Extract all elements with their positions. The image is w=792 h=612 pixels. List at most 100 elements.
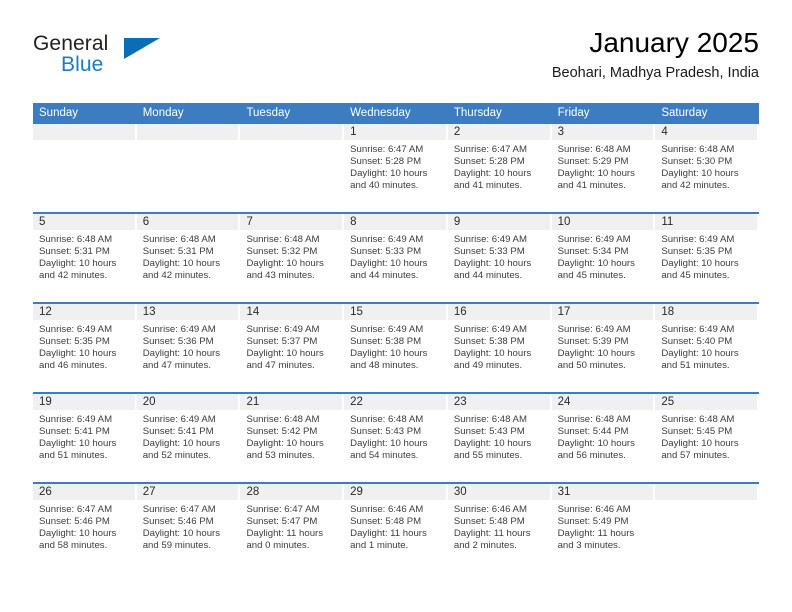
day-sun-info: Sunrise: 6:48 AM Sunset: 5:43 PM Daylight:… [344, 411, 446, 462]
sunset-text: Sunset: 5:38 PM [453, 336, 525, 348]
day-number: 22 [344, 394, 446, 411]
day-number: 31 [551, 484, 654, 501]
weekday-header-saturday: Saturday [661, 107, 708, 119]
daylight-text-line2: and 52 minutes. [142, 450, 211, 462]
day-sun-info: Sunrise: 6:47 AM Sunset: 5:47 PM Daylight:… [240, 501, 342, 552]
daylight-text-line1: Daylight: 10 hours [453, 438, 532, 450]
calendar-day-cell[interactable]: 11 Sunrise: 6:49 AM Sunset: 5:35 PM Dayligh… [655, 214, 760, 302]
daylight-text-line1: Daylight: 10 hours [350, 258, 428, 270]
calendar-day-cell[interactable]: 24 Sunrise: 6:48 AM Sunset: 5:44 PM Dayligh… [551, 394, 656, 482]
calendar-day-cell[interactable]: 30 Sunrise: 6:46 AM Sunset: 5:48 PM Dayligh… [447, 484, 552, 574]
sunrise-text: Sunrise: 6:47 AM [246, 504, 320, 515]
calendar-day-cell[interactable]: 21 Sunrise: 6:48 AM Sunset: 5:42 PM Dayligh… [240, 394, 345, 482]
day-number: 7 [240, 214, 343, 231]
day-sun-info: Sunrise: 6:47 AM Sunset: 5:28 PM Daylight:… [344, 141, 446, 192]
daylight-text-line2: and 42 minutes. [142, 270, 211, 282]
weekday-header-thursday: Thursday [453, 107, 502, 119]
calendar-day-cell-empty [655, 484, 760, 574]
sunset-text: Sunset: 5:47 PM [246, 516, 318, 528]
sunrise-text: Sunrise: 6:49 AM [142, 414, 216, 425]
daylight-text-line1: Daylight: 10 hours [246, 438, 324, 450]
sunrise-text: Sunrise: 6:49 AM [350, 234, 424, 245]
daylight-text-line2: and 2 minutes. [453, 540, 517, 552]
sunrise-text: Sunrise: 6:48 AM [557, 414, 631, 425]
calendar-day-cell[interactable]: 31 Sunrise: 6:46 AM Sunset: 5:49 PM Dayligh… [551, 484, 656, 574]
calendar-day-cell[interactable]: 8 Sunrise: 6:49 AM Sunset: 5:33 PM Daylight… [344, 214, 448, 302]
sunset-text: Sunset: 5:35 PM [661, 246, 733, 258]
calendar-day-cell[interactable]: 4 Sunrise: 6:48 AM Sunset: 5:30 PM Daylight… [655, 124, 760, 212]
calendar-day-cell[interactable]: 19 Sunrise: 6:49 AM Sunset: 5:41 PM Dayligh… [33, 394, 137, 482]
weekday-header-friday: Friday [557, 107, 590, 119]
calendar-day-cell[interactable]: 15 Sunrise: 6:49 AM Sunset: 5:38 PM Dayligh… [344, 304, 448, 392]
calendar-day-cell[interactable]: 22 Sunrise: 6:48 AM Sunset: 5:43 PM Dayligh… [344, 394, 448, 482]
sunset-text: Sunset: 5:43 PM [453, 426, 525, 438]
day-sun-info: Sunrise: 6:47 AM Sunset: 5:46 PM Daylight:… [33, 501, 135, 552]
calendar-day-cell[interactable]: 5 Sunrise: 6:48 AM Sunset: 5:31 PM Daylight… [33, 214, 137, 302]
calendar-day-cell[interactable]: 2 Sunrise: 6:47 AM Sunset: 5:28 PM Daylight… [447, 124, 552, 212]
daylight-text-line2: and 47 minutes. [142, 360, 211, 372]
day-sun-info: Sunrise: 6:48 AM Sunset: 5:31 PM Daylight:… [33, 231, 135, 282]
sunset-text: Sunset: 5:30 PM [661, 156, 733, 168]
calendar-day-cell[interactable]: 20 Sunrise: 6:49 AM Sunset: 5:41 PM Dayligh… [136, 394, 241, 482]
daylight-text-line2: and 45 minutes. [661, 270, 730, 282]
sunset-text: Sunset: 5:36 PM [142, 336, 214, 348]
calendar-day-cell[interactable]: 3 Sunrise: 6:48 AM Sunset: 5:29 PM Daylight… [551, 124, 656, 212]
daylight-text-line2: and 43 minutes. [246, 270, 315, 282]
day-number: 20 [136, 394, 239, 411]
calendar-week-row: 19 Sunrise: 6:49 AM Sunset: 5:41 PM Dayligh… [33, 394, 760, 484]
calendar-day-cell[interactable]: 17 Sunrise: 6:49 AM Sunset: 5:39 PM Dayligh… [551, 304, 656, 392]
calendar-day-cell[interactable]: 10 Sunrise: 6:49 AM Sunset: 5:34 PM Dayligh… [551, 214, 656, 302]
day-sun-info: Sunrise: 6:48 AM Sunset: 5:29 PM Daylight:… [552, 141, 654, 192]
daylight-text-line1: Daylight: 10 hours [142, 258, 221, 270]
day-sun-info: Sunrise: 6:48 AM Sunset: 5:45 PM Daylight:… [655, 411, 757, 462]
calendar-day-cell[interactable]: 16 Sunrise: 6:49 AM Sunset: 5:38 PM Dayligh… [447, 304, 552, 392]
daylight-text-line1: Daylight: 11 hours [350, 528, 427, 540]
daylight-text-line2: and 1 minute. [350, 540, 409, 552]
sunset-text: Sunset: 5:41 PM [142, 426, 214, 438]
calendar-day-cell[interactable]: 26 Sunrise: 6:47 AM Sunset: 5:46 PM Dayligh… [33, 484, 137, 574]
daylight-text-line1: Daylight: 10 hours [557, 438, 635, 450]
calendar-day-cell-empty [240, 124, 345, 212]
calendar-day-cell[interactable]: 18 Sunrise: 6:49 AM Sunset: 5:40 PM Dayligh… [655, 304, 760, 392]
day-number: 5 [33, 214, 135, 231]
calendar-day-cell[interactable]: 13 Sunrise: 6:49 AM Sunset: 5:36 PM Dayligh… [136, 304, 241, 392]
sunset-text: Sunset: 5:29 PM [557, 156, 629, 168]
calendar-day-cell[interactable]: 25 Sunrise: 6:48 AM Sunset: 5:45 PM Dayligh… [655, 394, 760, 482]
daylight-text-line1: Daylight: 10 hours [246, 348, 324, 360]
daylight-text-line2: and 53 minutes. [246, 450, 315, 462]
calendar-day-cell[interactable]: 9 Sunrise: 6:49 AM Sunset: 5:33 PM Daylight… [447, 214, 552, 302]
sunset-text: Sunset: 5:44 PM [557, 426, 629, 438]
calendar-day-cell[interactable]: 28 Sunrise: 6:47 AM Sunset: 5:47 PM Dayligh… [240, 484, 345, 574]
general-blue-logo[interactable]: General Blue [33, 32, 163, 86]
calendar-day-cell[interactable]: 27 Sunrise: 6:47 AM Sunset: 5:46 PM Dayligh… [136, 484, 241, 574]
weekday-header-monday: Monday [142, 107, 184, 119]
title-block: January 2025 Beohari, Madhya Pradesh, In… [552, 26, 759, 83]
daylight-text-line2: and 44 minutes. [350, 270, 419, 282]
day-number: 18 [655, 304, 758, 321]
sunrise-text: Sunrise: 6:48 AM [557, 144, 631, 155]
daylight-text-line2: and 3 minutes. [557, 540, 621, 552]
day-sun-info: Sunrise: 6:48 AM Sunset: 5:44 PM Daylight:… [552, 411, 654, 462]
calendar-day-cell[interactable]: 7 Sunrise: 6:48 AM Sunset: 5:32 PM Daylight… [240, 214, 345, 302]
daylight-text-line1: Daylight: 10 hours [557, 168, 635, 180]
sunrise-text: Sunrise: 6:49 AM [661, 324, 735, 335]
calendar-day-cell[interactable]: 6 Sunrise: 6:48 AM Sunset: 5:31 PM Daylight… [136, 214, 241, 302]
page-title: January 2025 [589, 27, 759, 58]
calendar-day-cell[interactable]: 23 Sunrise: 6:48 AM Sunset: 5:43 PM Dayligh… [447, 394, 552, 482]
calendar-day-cell[interactable]: 29 Sunrise: 6:46 AM Sunset: 5:48 PM Dayligh… [344, 484, 448, 574]
sunset-text: Sunset: 5:48 PM [350, 516, 422, 528]
daylight-text-line2: and 42 minutes. [661, 180, 730, 192]
sunrise-text: Sunrise: 6:48 AM [246, 414, 320, 425]
day-number: 25 [655, 394, 758, 411]
sunrise-text: Sunrise: 6:49 AM [661, 234, 735, 245]
day-sun-info: Sunrise: 6:49 AM Sunset: 5:35 PM Daylight:… [655, 231, 757, 282]
sunrise-text: Sunrise: 6:49 AM [557, 324, 631, 335]
day-number: 10 [551, 214, 654, 231]
calendar-day-cell[interactable]: 12 Sunrise: 6:49 AM Sunset: 5:35 PM Dayligh… [33, 304, 137, 392]
day-sun-info: Sunrise: 6:49 AM Sunset: 5:40 PM Daylight:… [655, 321, 757, 372]
sunrise-text: Sunrise: 6:49 AM [453, 234, 527, 245]
daylight-text-line1: Daylight: 10 hours [661, 348, 739, 360]
calendar-day-cell[interactable]: 14 Sunrise: 6:49 AM Sunset: 5:37 PM Dayligh… [240, 304, 345, 392]
sunset-text: Sunset: 5:28 PM [350, 156, 422, 168]
calendar-day-cell[interactable]: 1 Sunrise: 6:47 AM Sunset: 5:28 PM Daylight… [344, 124, 448, 212]
